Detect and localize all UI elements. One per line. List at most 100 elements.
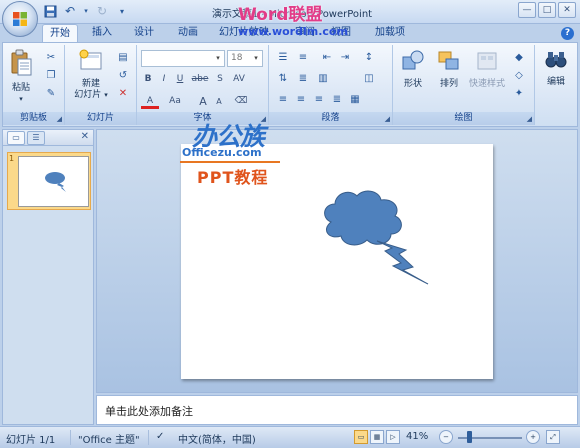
- italic-button[interactable]: I: [157, 72, 171, 87]
- tab-addins[interactable]: 加载项: [370, 24, 410, 42]
- binoculars-icon: [540, 49, 572, 75]
- new-slide-label-2: 幻灯片 ▾: [74, 90, 108, 100]
- arrange-icon: [433, 49, 465, 77]
- panel-close-icon[interactable]: ✕: [81, 131, 89, 142]
- zoom-out-button[interactable]: −: [439, 430, 453, 444]
- align-text-icon[interactable]: ≣: [295, 72, 311, 86]
- strikethrough-button[interactable]: abe: [189, 72, 211, 87]
- font-size-combo[interactable]: 18 ▾: [227, 50, 263, 67]
- fit-to-window-button[interactable]: ⤢: [546, 430, 560, 444]
- tab-home[interactable]: 开始: [42, 24, 78, 42]
- tab-animation[interactable]: 动画: [172, 24, 204, 42]
- align-left-icon[interactable]: ≡: [275, 93, 291, 107]
- shrink-font-button[interactable]: A: [211, 94, 227, 109]
- paste-label: 粘贴: [11, 83, 30, 93]
- slide-thumbnail[interactable]: [18, 156, 89, 207]
- tab-insert[interactable]: 插入: [86, 24, 118, 42]
- smartart-icon[interactable]: ◫: [361, 72, 377, 86]
- underline-button[interactable]: U: [173, 72, 187, 87]
- increase-indent-icon[interactable]: ⇥: [337, 51, 353, 65]
- normal-view-button[interactable]: ▭: [354, 430, 368, 444]
- new-slide-icon: [71, 49, 111, 77]
- redo-icon[interactable]: ↻: [94, 3, 110, 19]
- brand-divider: [180, 161, 280, 163]
- paragraph-launcher-icon[interactable]: ◢: [385, 115, 390, 123]
- align-center-icon[interactable]: ≡: [293, 93, 309, 107]
- justify-icon[interactable]: ≣: [329, 93, 345, 107]
- bullets-icon[interactable]: ☰: [275, 51, 291, 65]
- arrange-button[interactable]: 排列: [433, 49, 465, 90]
- group-label-slides: 幻灯片: [65, 112, 136, 125]
- cloud-shape[interactable]: [324, 190, 402, 246]
- paste-button[interactable]: 粘贴 ▾: [7, 49, 35, 105]
- grow-font-button[interactable]: A: [195, 94, 211, 109]
- zoom-in-button[interactable]: +: [526, 430, 540, 444]
- status-separator: [70, 430, 71, 445]
- shadow-button[interactable]: S: [213, 72, 227, 87]
- quick-styles-button[interactable]: 快速样式: [467, 49, 507, 90]
- columns-icon[interactable]: ▥: [315, 72, 331, 86]
- decrease-indent-icon[interactable]: ⇤: [319, 51, 335, 65]
- drawing-launcher-icon[interactable]: ◢: [527, 115, 532, 123]
- undo-dropdown-icon[interactable]: ▾: [82, 3, 90, 19]
- group-editing: 编辑: [535, 45, 577, 125]
- bold-button[interactable]: B: [141, 72, 155, 87]
- reset-icon[interactable]: ↺: [115, 69, 131, 83]
- paste-dropdown-icon: ▾: [19, 95, 23, 103]
- watermark-logo: Word联盟: [238, 5, 323, 25]
- editing-button[interactable]: 编辑: [540, 49, 572, 88]
- notes-pane[interactable]: 单击此处添加备注: [96, 395, 578, 425]
- zoom-slider-thumb[interactable]: [467, 431, 473, 443]
- tab-design[interactable]: 设计: [128, 24, 160, 42]
- slide-counter: 幻灯片 1/1: [6, 435, 56, 446]
- group-font: ▾ 18 ▾ B I U abe S AV A Aa A A ⌫ 字体 ◢: [137, 45, 269, 125]
- delete-slide-icon[interactable]: ✕: [115, 87, 131, 101]
- spell-check-icon[interactable]: ✓: [156, 431, 164, 442]
- undo-icon[interactable]: ↶: [62, 3, 78, 19]
- distribute-icon[interactable]: ▦: [347, 93, 363, 107]
- cut-icon[interactable]: ✂: [43, 51, 59, 65]
- new-slide-button[interactable]: 新建 幻灯片 ▾: [71, 49, 111, 101]
- minimize-button[interactable]: —: [518, 2, 536, 18]
- layout-icon[interactable]: ▤: [115, 51, 131, 65]
- char-spacing-button[interactable]: AV: [229, 72, 249, 87]
- shapes-icon: [397, 49, 429, 77]
- customize-qat-icon[interactable]: ▾: [114, 3, 130, 19]
- status-separator: [148, 430, 149, 445]
- save-icon[interactable]: [42, 3, 58, 19]
- clipboard-launcher-icon[interactable]: ◢: [57, 115, 62, 123]
- status-bar: 幻灯片 1/1 "Office 主题" ✓ 中文(简体，中国) ▭ ▦ ▷ 41…: [0, 426, 580, 448]
- shapes-button[interactable]: 形状: [397, 49, 429, 90]
- group-paragraph: ☰ ≡ ⇤ ⇥ ↕ ⇅ ≣ ▥ ◫ ≡ ≡ ≡ ≣ ▦ 段落 ◢: [269, 45, 393, 125]
- font-name-combo[interactable]: ▾: [141, 50, 225, 67]
- format-painter-icon[interactable]: ✎: [43, 87, 59, 101]
- help-icon[interactable]: ?: [561, 27, 574, 40]
- slides-tab-icon[interactable]: ▭: [7, 131, 25, 145]
- clear-format-icon[interactable]: ⌫: [233, 94, 249, 109]
- numbering-icon[interactable]: ≡: [295, 51, 311, 65]
- shape-fill-icon[interactable]: ◆: [511, 51, 527, 65]
- shape-outline-icon[interactable]: ◇: [511, 69, 527, 83]
- lightning-bolt-shape[interactable]: [376, 240, 429, 285]
- slideshow-view-button[interactable]: ▷: [386, 430, 400, 444]
- shape-effects-icon[interactable]: ✦: [511, 87, 527, 101]
- group-label-paragraph: 段落: [269, 112, 392, 125]
- change-case-button[interactable]: Aa: [163, 94, 187, 109]
- maximize-button[interactable]: □: [538, 2, 556, 18]
- office-logo-icon: [13, 12, 27, 26]
- text-direction-icon[interactable]: ⇅: [275, 72, 291, 86]
- zoom-level[interactable]: 41%: [406, 431, 428, 442]
- office-button[interactable]: [2, 1, 38, 37]
- language-indicator[interactable]: 中文(简体，中国): [178, 431, 256, 446]
- slide-thumbnail-selected[interactable]: 1: [7, 152, 91, 210]
- slide-sorter-view-button[interactable]: ▦: [370, 430, 384, 444]
- font-color-button[interactable]: A: [141, 94, 159, 109]
- outline-tab-icon[interactable]: ☰: [27, 131, 45, 145]
- close-button[interactable]: ✕: [558, 2, 576, 18]
- panel-tabs: ▭ ☰ ✕: [3, 130, 93, 146]
- font-size-value: 18: [231, 53, 243, 63]
- align-right-icon[interactable]: ≡: [311, 93, 327, 107]
- line-spacing-icon[interactable]: ↕: [361, 51, 377, 65]
- copy-icon[interactable]: ❐: [43, 69, 59, 83]
- brand-subtitle: PPT教程: [197, 168, 269, 187]
